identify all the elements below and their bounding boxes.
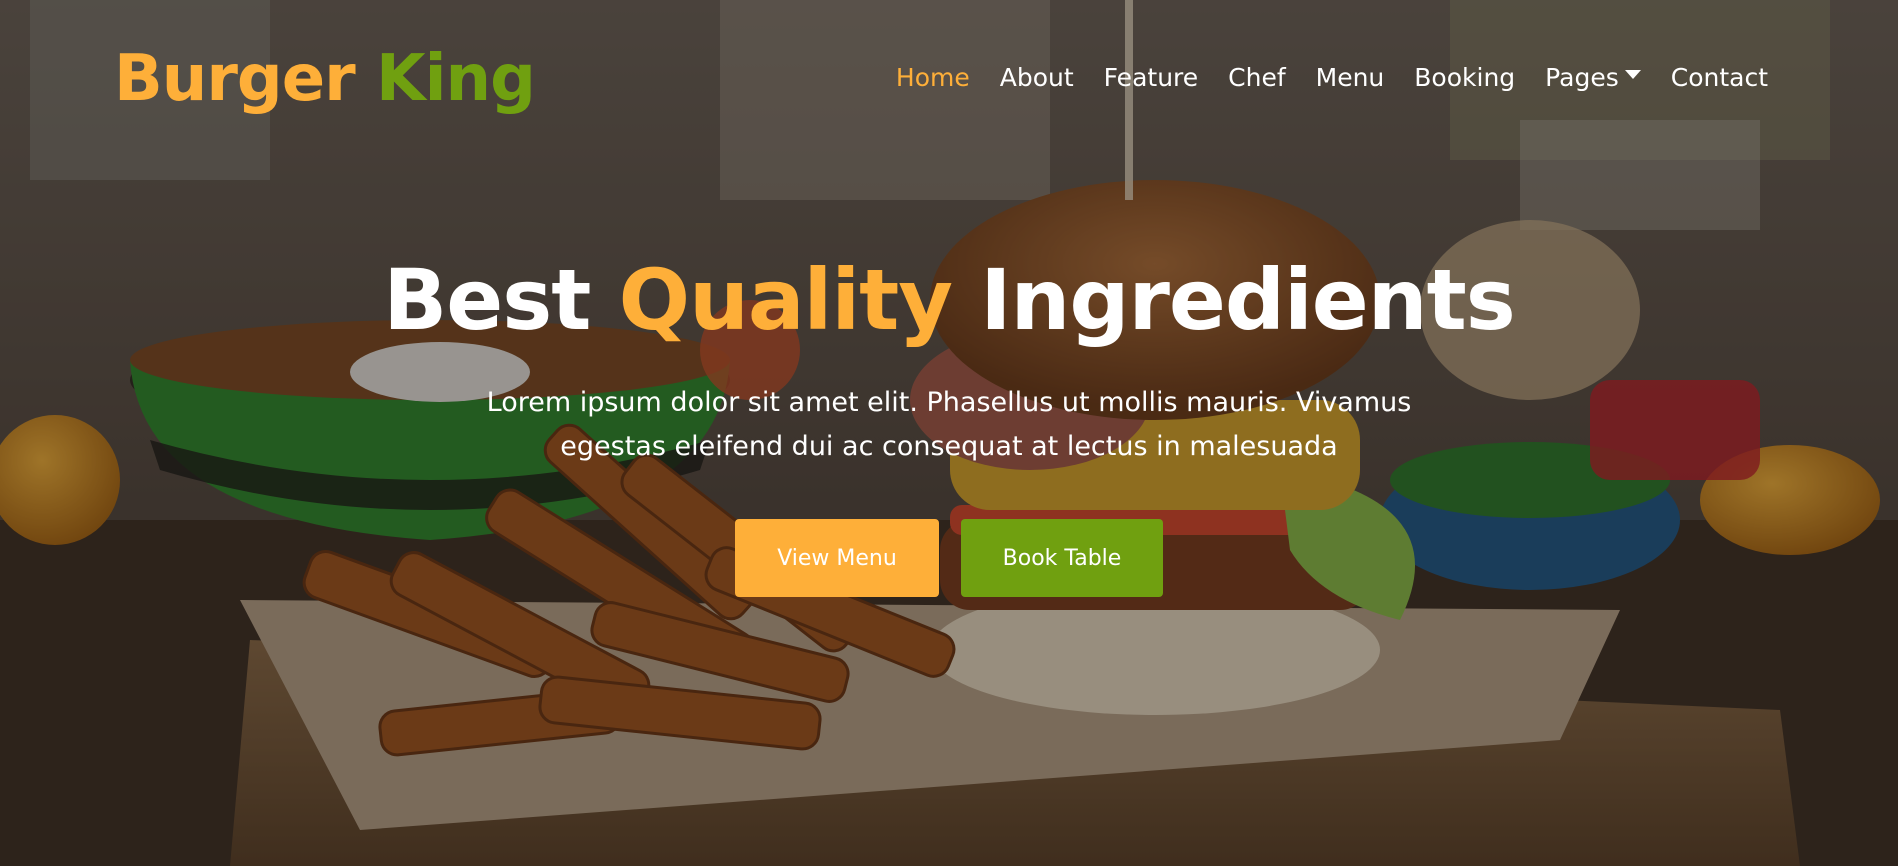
brand-word-1: Burger — [114, 42, 356, 116]
hero-subtext: Lorem ipsum dolor sit amet elit. Phasell… — [486, 387, 1412, 462]
hero-section: Burger King Home About Feature Chef Menu… — [0, 0, 1898, 866]
nav-item-chef[interactable]: Chef — [1228, 58, 1285, 98]
nav-item-booking[interactable]: Booking — [1414, 58, 1515, 98]
caret-down-icon — [1624, 69, 1641, 79]
nav-item-home[interactable]: Home — [896, 58, 970, 98]
headline-accent: Quality — [618, 251, 953, 349]
view-menu-button[interactable]: View Menu — [735, 519, 939, 597]
hero-content: Best Quality Ingredients Lorem ipsum dol… — [0, 245, 1898, 597]
nav-item-about[interactable]: About — [1000, 58, 1074, 98]
top-navbar: Burger King Home About Feature Chef Menu… — [0, 0, 1898, 160]
nav-menu: Home About Feature Chef Menu Booking Pag… — [866, 58, 1768, 98]
nav-item-pages-dropdown[interactable]: Pages — [1545, 58, 1641, 98]
headline-part-1: Best — [383, 251, 591, 349]
nav-item-menu[interactable]: Menu — [1316, 58, 1385, 98]
nav-item-pages-label: Pages — [1545, 63, 1619, 92]
hero-headline: Best Quality Ingredients — [0, 245, 1898, 355]
hero-button-group: View Menu Book Table — [0, 519, 1898, 597]
nav-item-feature[interactable]: Feature — [1104, 58, 1198, 98]
book-table-button[interactable]: Book Table — [961, 519, 1163, 597]
brand-word-2: King — [375, 42, 536, 116]
nav-item-contact[interactable]: Contact — [1671, 58, 1768, 98]
headline-part-2: Ingredients — [980, 251, 1515, 349]
brand-logo[interactable]: Burger King — [114, 38, 536, 120]
